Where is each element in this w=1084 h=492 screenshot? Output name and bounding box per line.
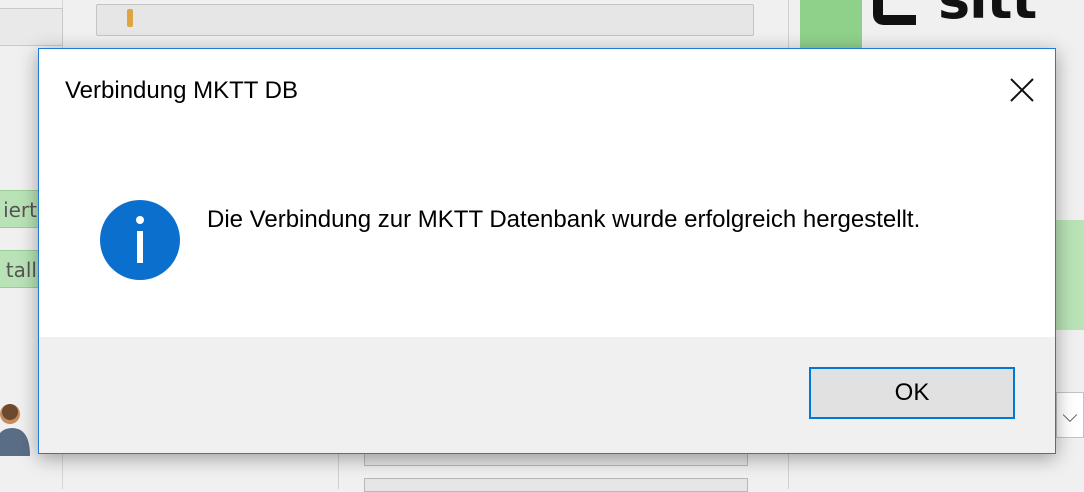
background-field[interactable] [364, 478, 748, 492]
background-status-tile [800, 0, 862, 48]
message-dialog: Verbindung MKTT DB Die Verbindung zur MK… [38, 48, 1056, 454]
field-marker [127, 9, 133, 27]
user-icon [0, 396, 30, 456]
dialog-titlebar[interactable]: Verbindung MKTT DB [39, 49, 1055, 139]
background-field[interactable] [364, 452, 748, 466]
dialog-footer: OK [39, 337, 1055, 453]
background-tag[interactable]: tall [0, 250, 42, 288]
background-green-panel [1056, 220, 1084, 330]
logo-text: sitt [938, 0, 1036, 31]
background-dropdown[interactable]: ⌵ [1056, 392, 1084, 438]
close-button[interactable] [989, 49, 1055, 131]
close-icon [1010, 78, 1034, 102]
dialog-message: Die Verbindung zur MKTT Datenbank wurde … [207, 206, 921, 233]
ok-button-label: OK [894, 379, 930, 406]
background-field[interactable] [0, 8, 63, 46]
dialog-title: Verbindung MKTT DB [65, 77, 299, 104]
ok-button[interactable]: OK [809, 367, 1015, 419]
background-field[interactable] [96, 4, 754, 36]
background-tag[interactable]: iert [0, 190, 42, 228]
dialog-content: Die Verbindung zur MKTT Datenbank wurde … [39, 139, 1055, 337]
logo-graphic: sitt [873, 0, 1037, 31]
info-icon [99, 199, 181, 281]
background-logo: sitt [870, 0, 1080, 40]
